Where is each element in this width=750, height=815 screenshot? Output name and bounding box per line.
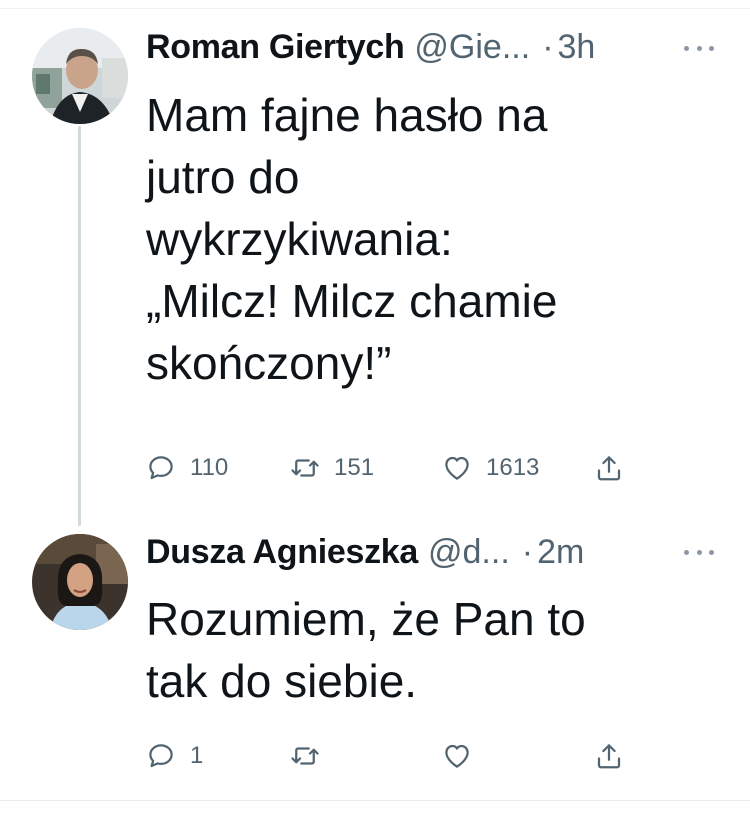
tweet-text: Mam fajne hasło na jutro do wykrzykiwani… bbox=[146, 84, 726, 394]
author-handle[interactable]: @Gie... bbox=[414, 27, 530, 67]
like-button[interactable] bbox=[442, 738, 486, 774]
retweet-icon bbox=[291, 747, 319, 765]
tweet-actions: 110 151 1613 bbox=[146, 450, 646, 486]
like-count: 1613 bbox=[486, 454, 540, 481]
retweet-button[interactable] bbox=[290, 738, 334, 774]
reply-button[interactable]: 1 bbox=[146, 738, 203, 774]
retweet-icon bbox=[291, 459, 319, 477]
tweet-text-line: Rozumiem, że Pan to bbox=[146, 593, 586, 645]
tweet-text-line: skończony!” bbox=[146, 337, 392, 389]
tweet-text-line: tak do siebie. bbox=[146, 655, 418, 707]
more-options-icon[interactable] bbox=[684, 43, 714, 53]
thread-connector-line bbox=[78, 126, 81, 526]
like-icon bbox=[445, 744, 469, 768]
like-icon bbox=[445, 456, 469, 480]
like-button[interactable]: 1613 bbox=[442, 450, 539, 486]
retweet-count: 151 bbox=[334, 454, 375, 481]
separator-dot: · bbox=[521, 533, 534, 571]
more-options-icon[interactable] bbox=[684, 547, 714, 557]
person-photo-icon bbox=[32, 534, 128, 630]
divider bbox=[0, 8, 750, 9]
timestamp[interactable]: 2m bbox=[537, 532, 584, 572]
share-button[interactable] bbox=[594, 450, 624, 486]
tweet-text-line: wykrzykiwania: bbox=[146, 213, 453, 265]
reply-button[interactable]: 110 bbox=[146, 450, 228, 486]
person-photo-icon bbox=[32, 28, 128, 124]
timestamp[interactable]: 3h bbox=[558, 27, 596, 67]
separator-dot: · bbox=[542, 28, 554, 66]
retweet-button[interactable]: 151 bbox=[290, 450, 374, 486]
author-name[interactable]: Dusza Agnieszka bbox=[146, 532, 418, 572]
avatar[interactable] bbox=[32, 534, 128, 630]
tweet-text: Rozumiem, że Pan to tak do siebie. bbox=[146, 588, 726, 712]
tweet-header: Roman Giertych @Gie... · 3h bbox=[146, 27, 595, 67]
share-icon bbox=[597, 744, 621, 769]
tweet-text-line: Mam fajne hasło na bbox=[146, 89, 548, 141]
reply-icon bbox=[149, 456, 173, 480]
avatar[interactable] bbox=[32, 28, 128, 124]
tweet-text-line: „Milcz! Milcz chamie bbox=[146, 275, 558, 327]
tweet-actions: 1 bbox=[146, 738, 646, 774]
share-icon bbox=[597, 456, 621, 481]
tweet-text-line: jutro do bbox=[146, 151, 300, 203]
reply-icon bbox=[149, 744, 173, 768]
reply-count: 110 bbox=[190, 454, 229, 481]
tweet-thread: Roman Giertych @Gie... · 3h Mam fajne ha… bbox=[0, 0, 750, 815]
author-handle[interactable]: @d... bbox=[428, 532, 510, 572]
reply-count: 1 bbox=[190, 742, 204, 769]
share-button[interactable] bbox=[594, 738, 624, 774]
tweet-header: Dusza Agnieszka @d... · 2m bbox=[146, 532, 584, 572]
divider bbox=[0, 800, 750, 801]
author-name[interactable]: Roman Giertych bbox=[146, 27, 405, 67]
